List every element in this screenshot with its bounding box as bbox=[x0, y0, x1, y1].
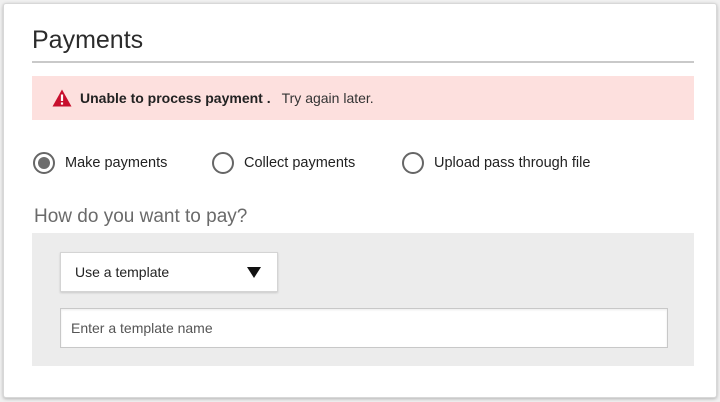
caret-down-icon bbox=[247, 266, 261, 278]
radio-unselected-indicator bbox=[212, 152, 234, 174]
select-value: Use a template bbox=[75, 264, 170, 280]
pay-method-select[interactable]: Use a template bbox=[60, 252, 278, 292]
radio-label: Upload pass through file bbox=[434, 155, 591, 171]
alert-title: Unable to process payment . bbox=[80, 90, 271, 106]
title-divider bbox=[32, 61, 694, 63]
radio-make-payments[interactable]: Make payments bbox=[33, 148, 167, 178]
template-name-input[interactable] bbox=[60, 308, 668, 348]
warning-icon bbox=[52, 89, 72, 107]
radio-upload-pass-through[interactable]: Upload pass through file bbox=[402, 148, 590, 178]
pay-method-panel: Use a template bbox=[32, 233, 694, 366]
radio-unselected-indicator bbox=[402, 152, 424, 174]
pay-method-question: How do you want to pay? bbox=[34, 206, 248, 227]
radio-selected-indicator bbox=[33, 152, 55, 174]
page-title: Payments bbox=[32, 26, 144, 54]
radio-label: Make payments bbox=[65, 155, 168, 171]
payments-card: Payments Unable to process payment . Try… bbox=[3, 3, 717, 398]
radio-label: Collect payments bbox=[244, 155, 356, 171]
payment-type-group: Make payments Collect payments Upload pa… bbox=[32, 148, 694, 178]
alert-message: Try again later. bbox=[281, 90, 374, 106]
radio-collect-payments[interactable]: Collect payments bbox=[212, 148, 355, 178]
error-alert: Unable to process payment . Try again la… bbox=[32, 76, 694, 120]
